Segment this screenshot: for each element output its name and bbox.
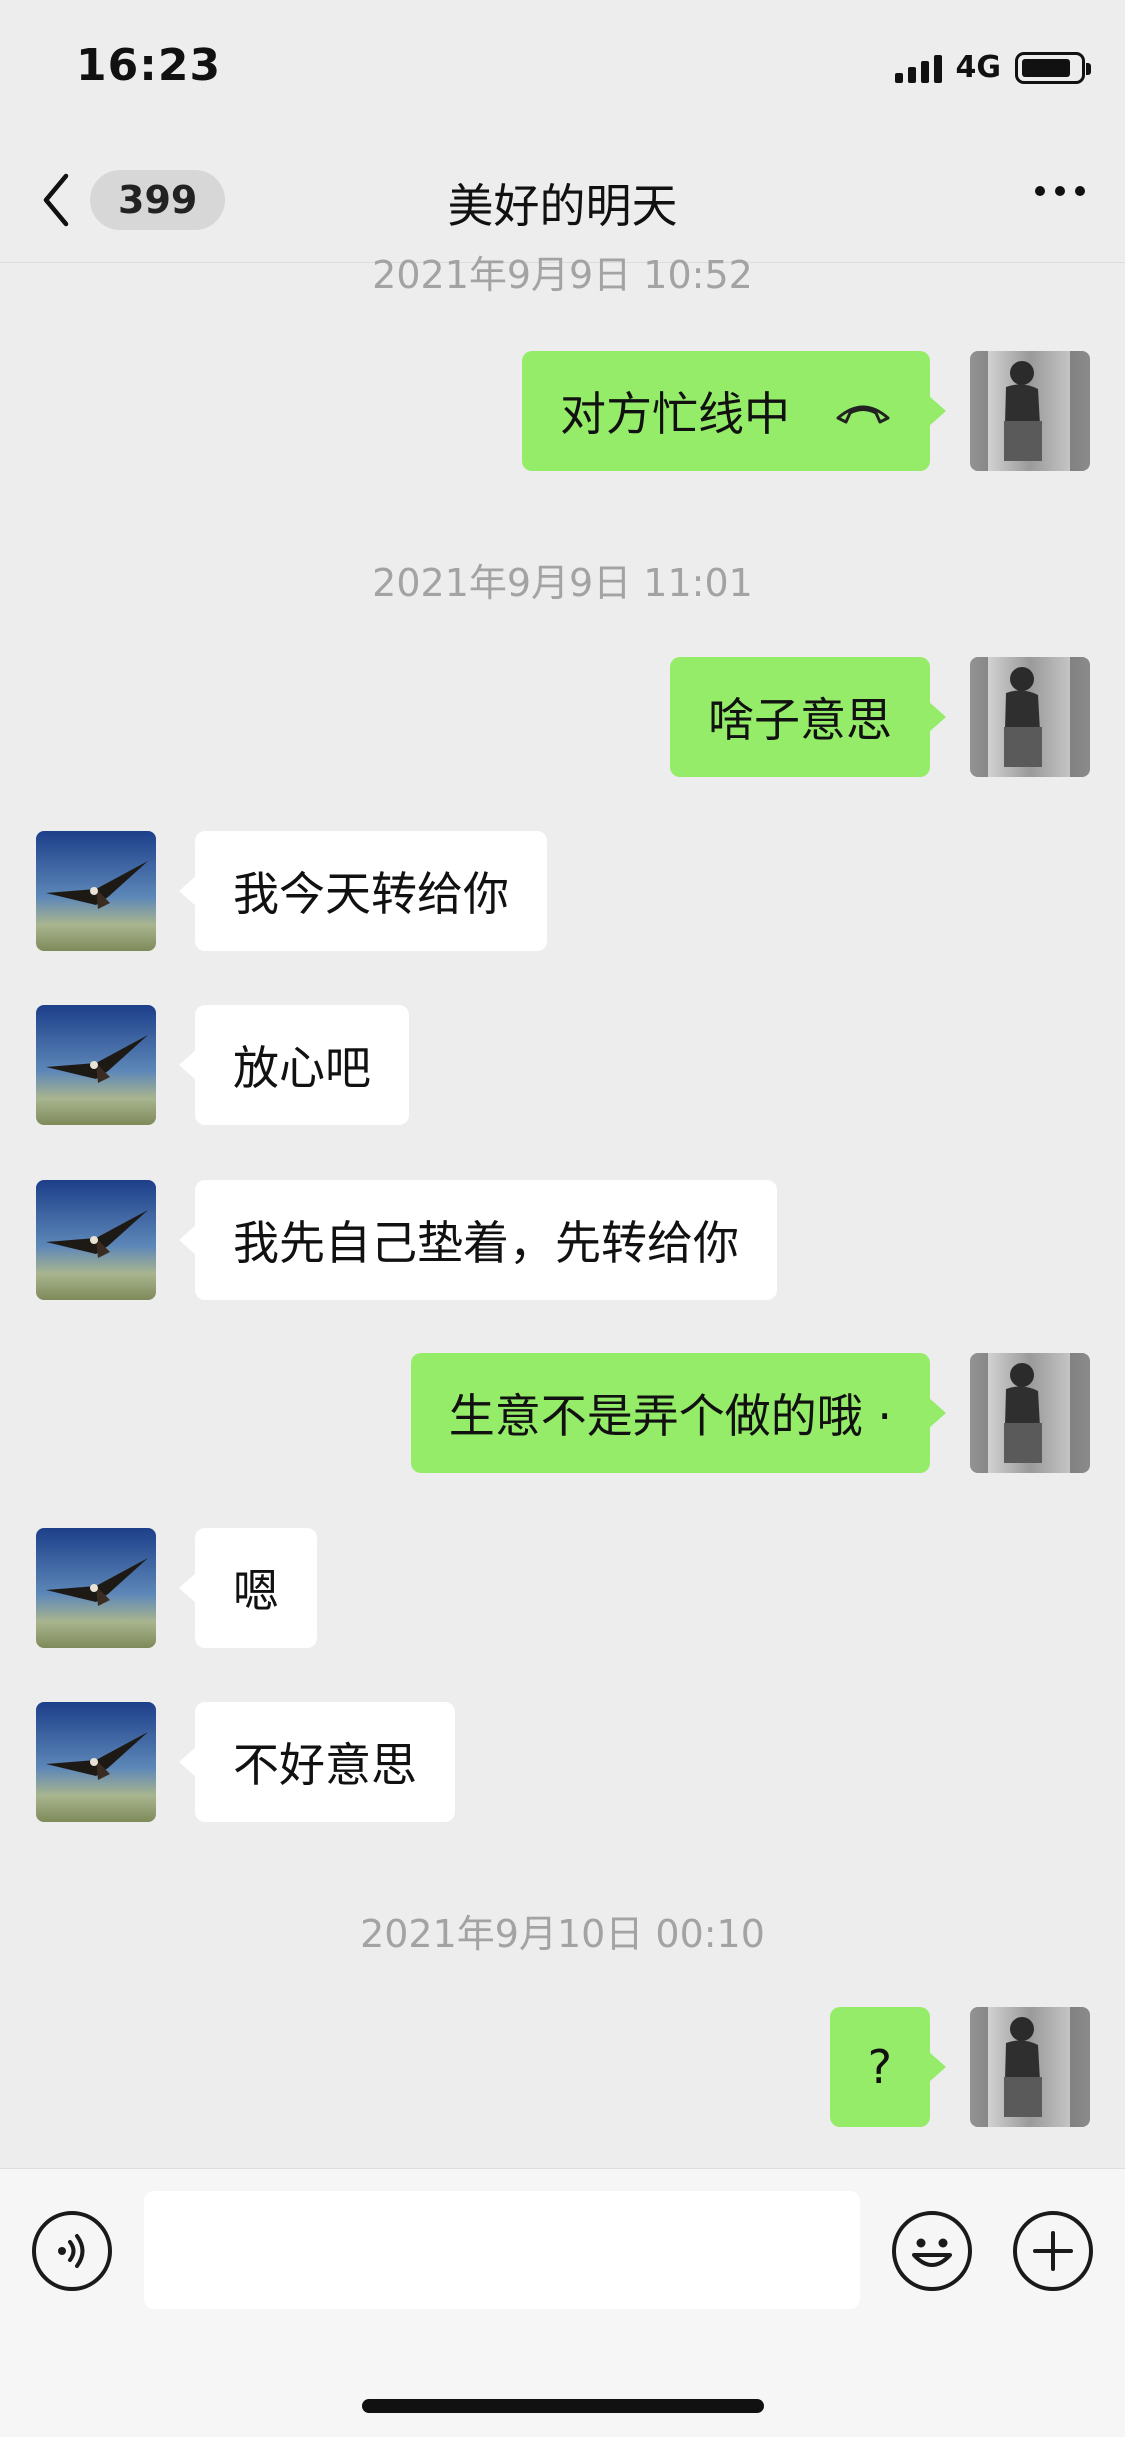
message-input[interactable] [144,2191,860,2309]
phone-hangup-icon [836,405,890,424]
avatar-contact[interactable] [36,1180,156,1300]
avatar-self[interactable] [970,657,1090,777]
emoji-icon[interactable] [892,2211,972,2291]
message-bubble-contact[interactable]: 我今天转给你 [179,831,547,951]
message-text: 我今天转给你 [233,867,509,921]
message-bubble-mine[interactable]: ? [829,2007,947,2127]
message-text: 放心吧 [233,1041,371,1095]
status-bar: 16:23 4G [0,0,1125,140]
message-timestamp: 2021年9月10日 00:10 [360,1912,765,1956]
input-bar [0,2168,1125,2437]
home-indicator [362,2399,764,2413]
avatar-contact[interactable] [36,831,156,951]
message-bubble-contact[interactable]: 我先自己垫着，先转给你 [179,1180,777,1300]
avatar-contact[interactable] [36,1702,156,1822]
more-dots-icon[interactable] [1035,186,1085,196]
message-bubble-mine[interactable]: 对方忙线中 [522,351,946,471]
plus-icon[interactable] [1013,2211,1093,2291]
message-text: 嗯 [233,1564,279,1618]
message-text: 生意不是弄个做的哦 · [448,1389,892,1443]
network-type: 4G [955,50,1002,85]
chat-title: 美好的明天 [447,179,678,233]
message-bubble-contact[interactable]: 放心吧 [179,1005,409,1125]
signal-icon [894,53,942,83]
avatar-contact[interactable] [36,1528,156,1648]
message-text: ? [867,2040,892,2094]
avatar-self[interactable] [970,1353,1090,1473]
message-timestamp: 2021年9月9日 10:52 [372,253,753,297]
battery-icon [1015,51,1091,84]
avatar-self[interactable] [970,351,1090,471]
message-text: 啥子意思 [708,693,892,747]
message-timestamp: 2021年9月9日 11:01 [372,561,753,605]
message-bubble-mine[interactable]: 生意不是弄个做的哦 · [410,1353,947,1473]
message-bubble-mine[interactable]: 啥子意思 [670,657,946,777]
status-indicators: 4G [894,50,1091,85]
voice-icon[interactable] [32,2211,112,2291]
message-bubble-contact[interactable]: 不好意思 [179,1702,455,1822]
message-bubble-contact[interactable]: 嗯 [179,1528,317,1648]
message-text: 我先自己垫着，先转给你 [233,1216,739,1270]
message-text: 不好意思 [233,1738,417,1792]
avatar-contact[interactable] [36,1005,156,1125]
avatar-self[interactable] [970,2007,1090,2127]
message-text: 对方忙线中 [560,387,790,441]
status-time: 16:23 [76,40,222,91]
